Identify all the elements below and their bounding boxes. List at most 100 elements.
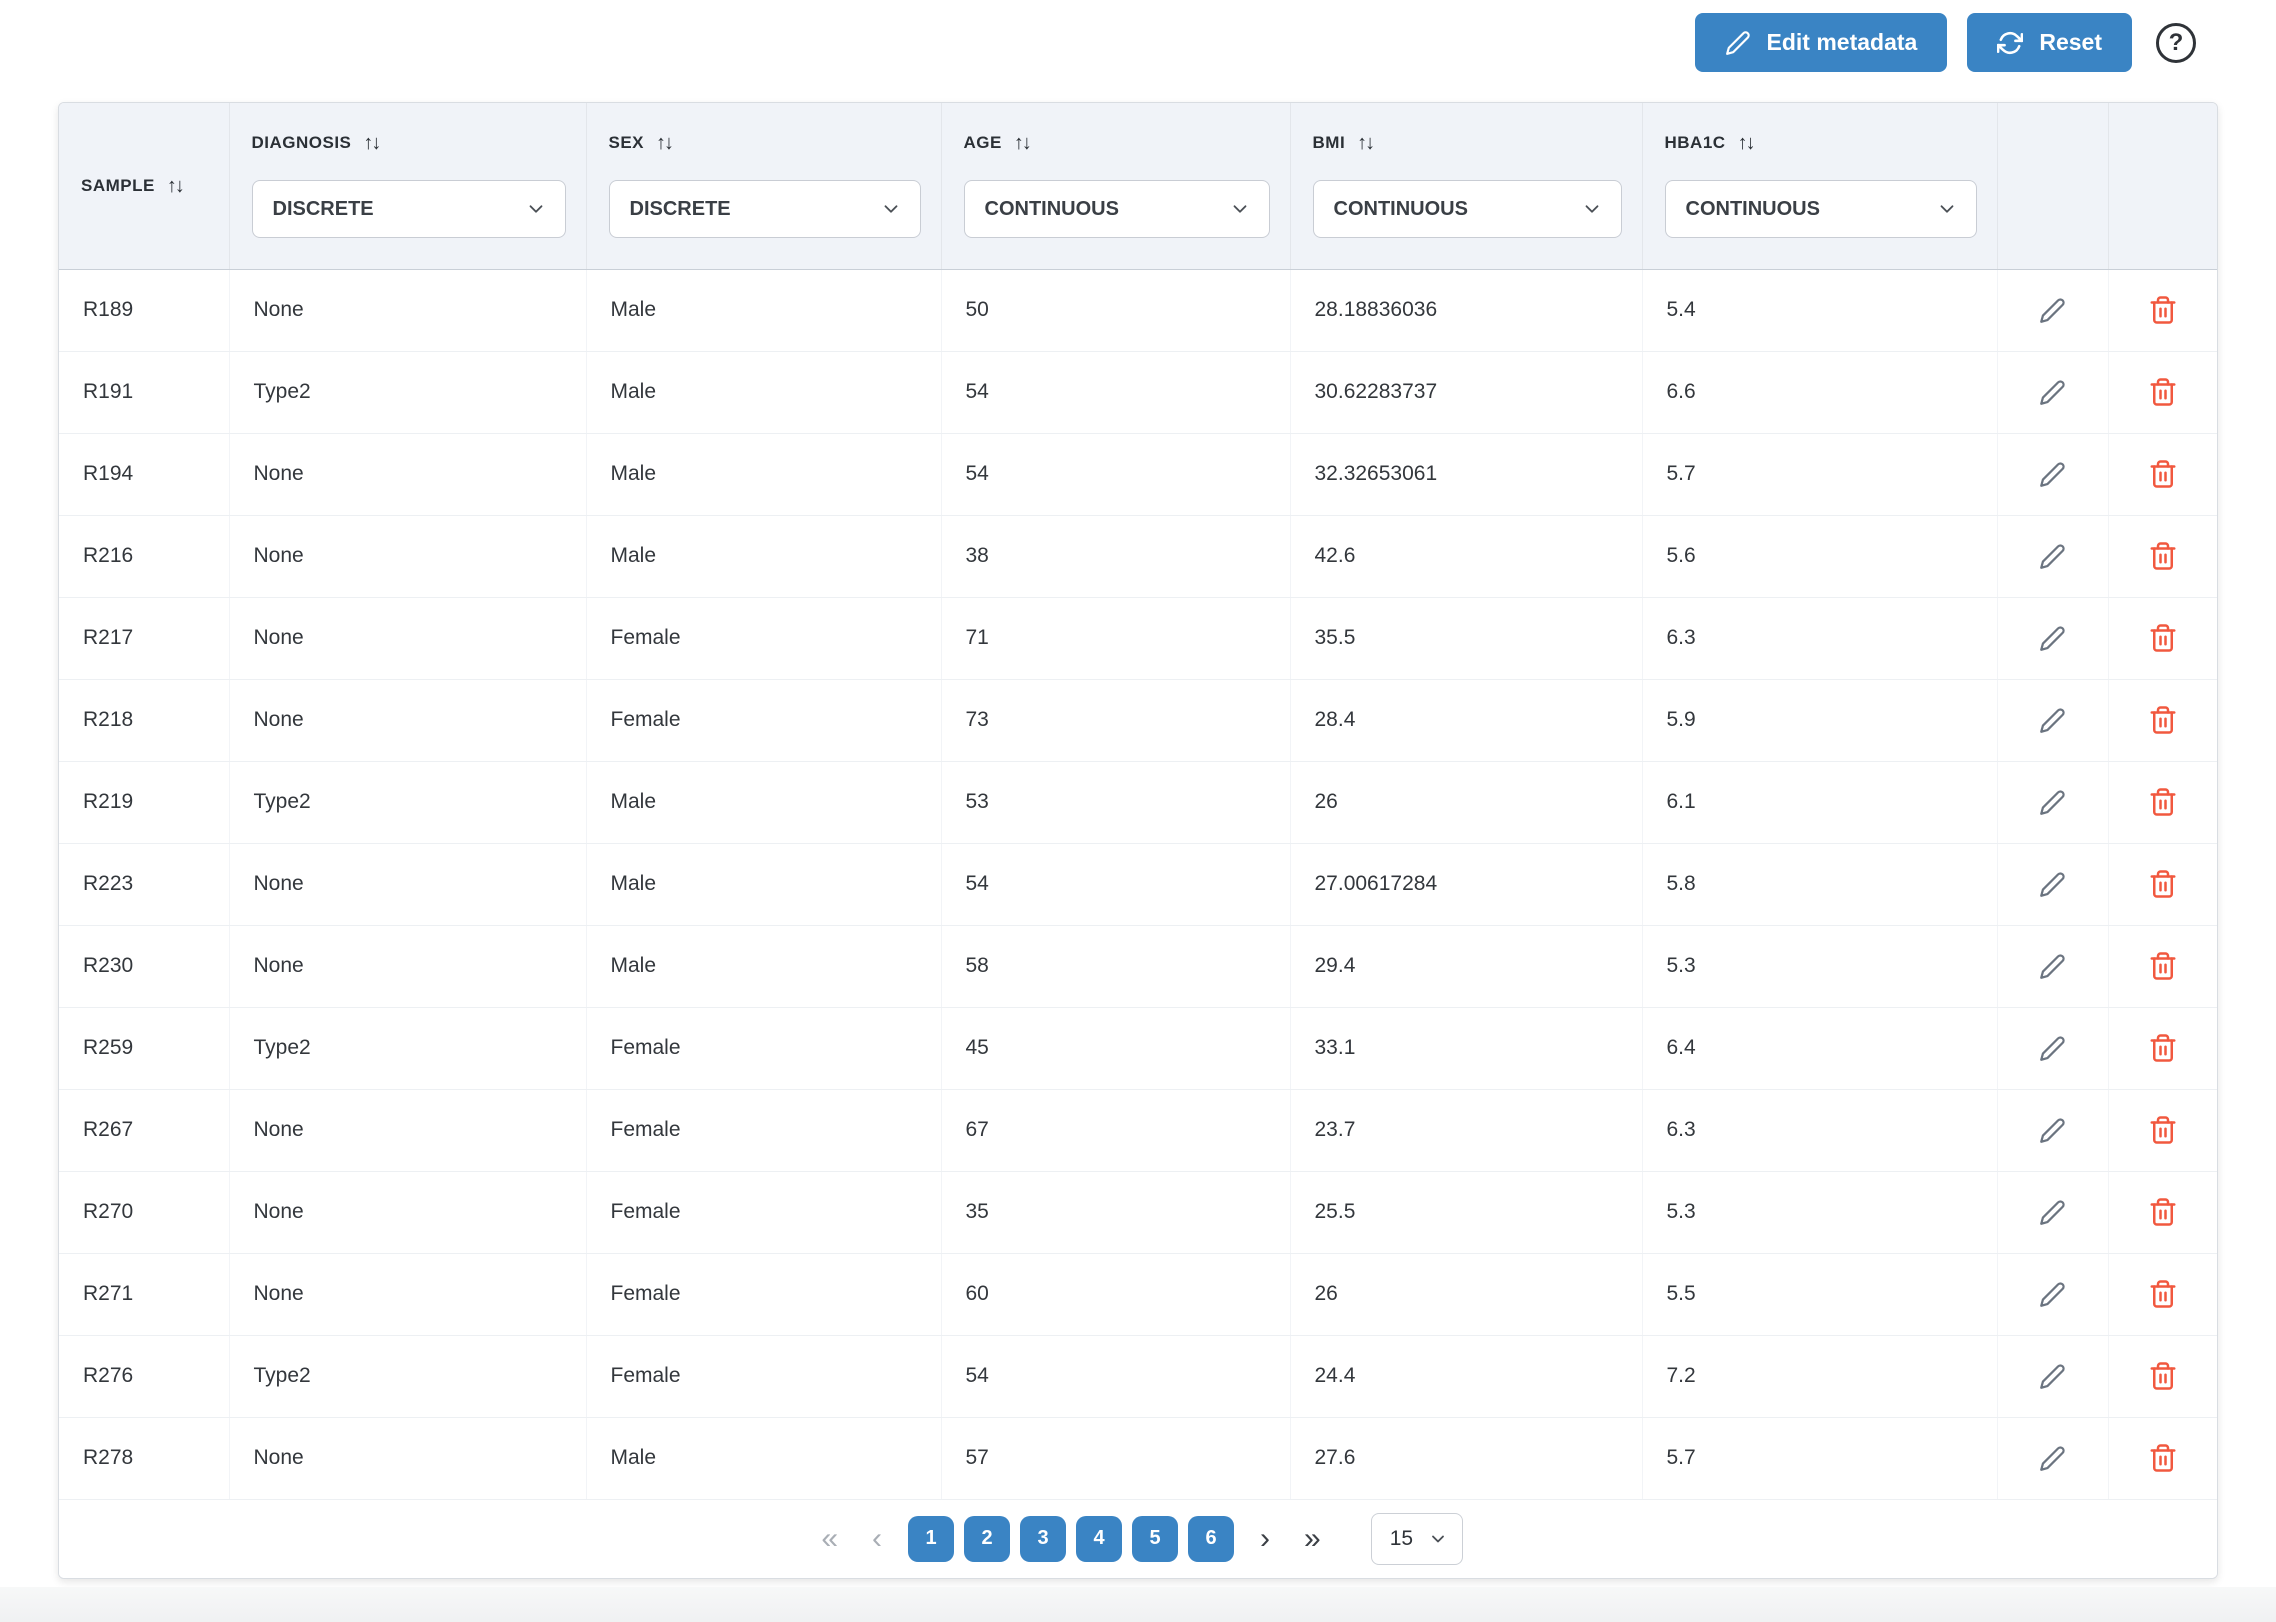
cell-sample: R278: [59, 1417, 229, 1499]
cell-sample: R271: [59, 1253, 229, 1335]
sort-icon[interactable]: ↑↓: [1357, 133, 1373, 153]
page-number-button[interactable]: 3: [1020, 1516, 1066, 1562]
cell-sex: Male: [586, 843, 941, 925]
page-size-select[interactable]: 15: [1371, 1513, 1463, 1565]
delete-row-button[interactable]: [2141, 370, 2185, 414]
edit-row-button[interactable]: [2031, 534, 2075, 578]
delete-row-button[interactable]: [2141, 1436, 2185, 1480]
delete-row-button[interactable]: [2141, 288, 2185, 332]
edit-row-button[interactable]: [2031, 780, 2075, 824]
prev-page-button[interactable]: ‹: [864, 1524, 890, 1554]
first-page-button[interactable]: «: [813, 1524, 846, 1554]
delete-row-button[interactable]: [2141, 1190, 2185, 1234]
hba1c-type-select[interactable]: CONTINUOUS: [1665, 180, 1977, 238]
bmi-type-value: CONTINUOUS: [1334, 198, 1468, 221]
cell-edit-action: [1997, 351, 2108, 433]
trash-icon: [2148, 1197, 2178, 1227]
chevron-down-icon: [880, 198, 902, 220]
cell-sample: R219: [59, 761, 229, 843]
cell-age: 57: [941, 1417, 1290, 1499]
edit-row-button[interactable]: [2031, 288, 2075, 332]
sort-icon[interactable]: ↑↓: [1014, 133, 1030, 153]
page-number-button[interactable]: 4: [1076, 1516, 1122, 1562]
delete-row-button[interactable]: [2141, 780, 2185, 824]
chevron-down-icon: [525, 198, 547, 220]
column-label-bmi: BMI: [1313, 133, 1346, 153]
page-number-button[interactable]: 6: [1188, 1516, 1234, 1562]
cell-age: 67: [941, 1089, 1290, 1171]
cell-diagnosis: None: [229, 925, 586, 1007]
page-number-button[interactable]: 2: [964, 1516, 1010, 1562]
cell-sex: Female: [586, 679, 941, 761]
pencil-icon: [2039, 953, 2066, 980]
cell-hba1c: 5.7: [1642, 1417, 1997, 1499]
delete-row-button[interactable]: [2141, 1026, 2185, 1070]
delete-row-button[interactable]: [2141, 698, 2185, 742]
diagnosis-type-select[interactable]: DISCRETE: [252, 180, 566, 238]
edit-row-button[interactable]: [2031, 1272, 2075, 1316]
pencil-icon: [2039, 871, 2066, 898]
cell-bmi: 28.18836036: [1290, 269, 1642, 351]
edit-row-button[interactable]: [2031, 1436, 2075, 1480]
edit-metadata-button[interactable]: Edit metadata: [1695, 13, 1948, 72]
edit-row-button[interactable]: [2031, 944, 2075, 988]
cell-hba1c: 5.7: [1642, 433, 1997, 515]
table-row: R270 None Female 35 25.5 5.3: [59, 1171, 2217, 1253]
cell-sex: Male: [586, 515, 941, 597]
edit-row-button[interactable]: [2031, 1190, 2075, 1234]
cell-hba1c: 5.8: [1642, 843, 1997, 925]
sort-icon[interactable]: ↑↓: [363, 133, 379, 153]
delete-row-button[interactable]: [2141, 862, 2185, 906]
table-row: R278 None Male 57 27.6 5.7: [59, 1417, 2217, 1499]
trash-icon: [2148, 1279, 2178, 1309]
reset-button[interactable]: Reset: [1967, 13, 2132, 72]
cell-sex: Male: [586, 269, 941, 351]
pencil-icon: [2039, 625, 2066, 652]
cell-sample: R194: [59, 433, 229, 515]
cell-diagnosis: None: [229, 1089, 586, 1171]
trash-icon: [2148, 705, 2178, 735]
cell-sample: R230: [59, 925, 229, 1007]
cell-hba1c: 5.5: [1642, 1253, 1997, 1335]
delete-row-button[interactable]: [2141, 1108, 2185, 1152]
cell-bmi: 26: [1290, 1253, 1642, 1335]
edit-row-button[interactable]: [2031, 452, 2075, 496]
cell-hba1c: 5.6: [1642, 515, 1997, 597]
edit-row-button[interactable]: [2031, 1354, 2075, 1398]
help-icon[interactable]: ?: [2156, 23, 2196, 63]
pencil-icon: [2039, 789, 2066, 816]
edit-row-button[interactable]: [2031, 698, 2075, 742]
column-header-edit-actions: [1997, 103, 2108, 269]
trash-icon: [2148, 1361, 2178, 1391]
delete-row-button[interactable]: [2141, 1354, 2185, 1398]
sort-icon[interactable]: ↑↓: [656, 133, 672, 153]
bmi-type-select[interactable]: CONTINUOUS: [1313, 180, 1622, 238]
edit-row-button[interactable]: [2031, 1108, 2075, 1152]
delete-row-button[interactable]: [2141, 1272, 2185, 1316]
age-type-select[interactable]: CONTINUOUS: [964, 180, 1270, 238]
edit-row-button[interactable]: [2031, 370, 2075, 414]
delete-row-button[interactable]: [2141, 616, 2185, 660]
trash-icon: [2148, 1115, 2178, 1145]
next-page-button[interactable]: ›: [1252, 1524, 1278, 1554]
sort-icon[interactable]: ↑↓: [167, 176, 183, 196]
cell-delete-action: [2108, 269, 2217, 351]
edit-row-button[interactable]: [2031, 862, 2075, 906]
page-number-button[interactable]: 1: [908, 1516, 954, 1562]
delete-row-button[interactable]: [2141, 944, 2185, 988]
pencil-icon: [2039, 1281, 2066, 1308]
page-number-button[interactable]: 5: [1132, 1516, 1178, 1562]
edit-row-button[interactable]: [2031, 1026, 2075, 1070]
cell-delete-action: [2108, 1089, 2217, 1171]
page-bottom-strip: [0, 1587, 2276, 1622]
sort-icon[interactable]: ↑↓: [1738, 133, 1754, 153]
last-page-button[interactable]: »: [1296, 1524, 1329, 1554]
cell-bmi: 28.4: [1290, 679, 1642, 761]
cell-sample: R267: [59, 1089, 229, 1171]
edit-row-button[interactable]: [2031, 616, 2075, 660]
delete-row-button[interactable]: [2141, 452, 2185, 496]
pencil-icon: [2039, 543, 2066, 570]
sex-type-select[interactable]: DISCRETE: [609, 180, 921, 238]
delete-row-button[interactable]: [2141, 534, 2185, 578]
trash-icon: [2148, 787, 2178, 817]
